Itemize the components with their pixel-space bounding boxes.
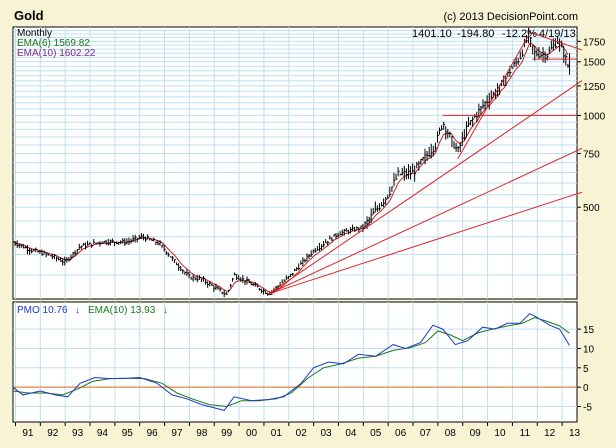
x-tick-94: 94	[97, 428, 109, 439]
x-tick-05: 05	[370, 428, 382, 439]
x-tick-labels: 91 92 93 94 95 96 97 98 99 00 01 02 03 04 05 06 07 08 09 10…	[14, 422, 581, 439]
x-tick-92: 92	[47, 428, 59, 439]
pmo-plot-area	[12, 301, 578, 423]
pmo-y-tick-15: 15	[583, 325, 595, 336]
x-tick-11: 11	[520, 428, 531, 439]
x-tick-06: 06	[395, 428, 407, 439]
price-y-tick-750: 750	[583, 150, 600, 161]
x-tick-13: 13	[569, 428, 581, 439]
pmo-panel: -5 0 5 10 15 PMO 10.76 ↓ EMA(10) 13.93 ↓	[12, 301, 595, 423]
price-y-tick-1250: 1250	[583, 82, 606, 93]
x-tick-93: 93	[72, 428, 84, 439]
legend-pmo-ema: EMA(10) 13.93	[88, 305, 156, 316]
legend-pmo-ema-arrow-icon: ↓	[163, 305, 168, 316]
price-readout: 1401.10 -194.80 -12.2% 4/19/13	[412, 28, 576, 40]
x-tick-03: 03	[320, 428, 332, 439]
gold-chart: Gold (c) 2013 DecisionPoint.com 50075010…	[12, 8, 606, 439]
price-y-tick-labels: 500 750 1000 1250 1500 1750	[577, 37, 606, 214]
price-y-tick-1750: 1750	[583, 37, 606, 48]
legend-ema10: EMA(10) 1602.22	[17, 48, 96, 59]
x-tick-01: 01	[271, 428, 283, 439]
x-tick-00: 00	[246, 428, 258, 439]
price-y-tick-1000: 1000	[583, 111, 606, 122]
x-tick-12: 12	[544, 428, 556, 439]
x-tick-98: 98	[196, 428, 208, 439]
pmo-y-tick-10: 10	[583, 344, 595, 355]
legend-pmo: PMO 10.76	[17, 305, 68, 316]
chart-title: Gold	[14, 8, 44, 23]
readout-date: 4/19/13	[539, 28, 576, 40]
x-tick-02: 02	[296, 428, 308, 439]
x-tick-08: 08	[445, 428, 457, 439]
chart-credit: (c) 2013 DecisionPoint.com	[443, 11, 578, 23]
price-y-tick-500: 500	[583, 203, 600, 214]
legend-pmo-arrow-icon: ↓	[75, 305, 80, 316]
x-tick-97: 97	[171, 428, 183, 439]
pmo-y-tick-0: 0	[583, 383, 589, 394]
x-tick-07: 07	[420, 428, 432, 439]
pmo-y-tick--5: -5	[583, 403, 592, 414]
readout-pct: -12.2%	[502, 28, 537, 40]
pmo-y-tick-5: 5	[583, 364, 589, 375]
x-tick-09: 09	[470, 428, 482, 439]
price-y-tick-1500: 1500	[583, 58, 606, 69]
readout-change: -194.80	[457, 28, 494, 40]
x-tick-99: 99	[221, 428, 233, 439]
pmo-y-tick-labels: -5 0 5 10 15	[577, 325, 595, 414]
x-tick-10: 10	[494, 428, 506, 439]
x-tick-95: 95	[122, 428, 134, 439]
price-panel: 5007501000125015001750 Monthly EMA(6) 15…	[12, 26, 606, 300]
x-tick-04: 04	[345, 428, 357, 439]
x-tick-96: 96	[147, 428, 159, 439]
x-tick-91: 91	[22, 428, 34, 439]
readout-close: 1401.10	[412, 28, 452, 40]
